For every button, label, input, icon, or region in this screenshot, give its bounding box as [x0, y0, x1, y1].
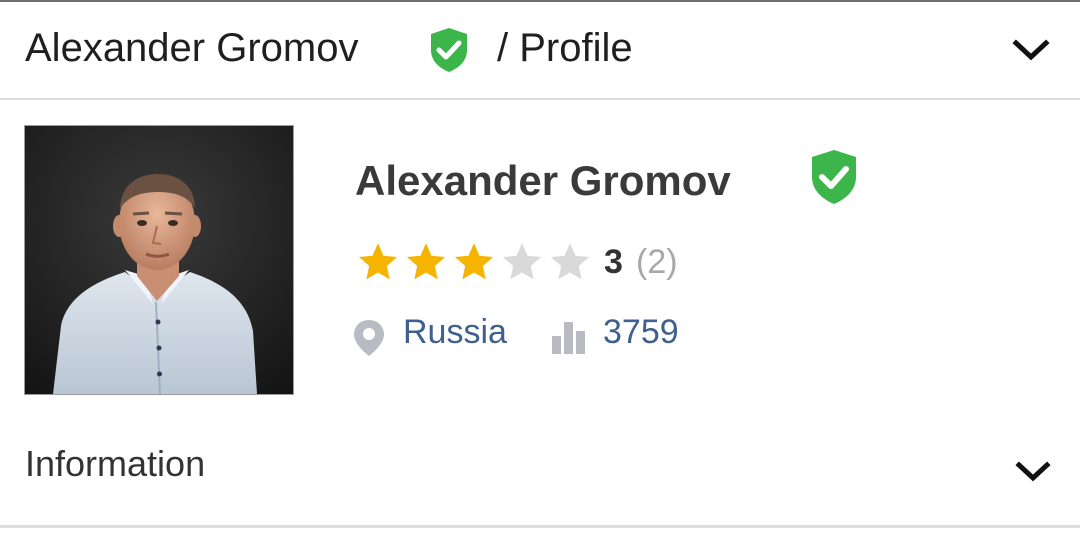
chevron-down-icon[interactable] [1015, 460, 1051, 484]
verified-shield-icon [812, 150, 856, 204]
information-section-title[interactable]: Information [25, 441, 205, 487]
bar-chart-icon [552, 322, 585, 354]
rating-count[interactable]: (2) [636, 240, 678, 284]
location-pin-icon [354, 320, 384, 356]
profile-header[interactable]: Alexander Gromov / Profile [0, 2, 1080, 100]
star-filled-icon [358, 243, 398, 280]
divider [0, 525, 1080, 528]
breadcrumb-profile: / Profile [497, 26, 633, 70]
header-title: Alexander Gromov [25, 26, 359, 70]
star-filled-icon [454, 243, 494, 280]
star-filled-icon [406, 243, 446, 280]
location-link[interactable]: Russia [403, 310, 507, 354]
verified-shield-icon [431, 28, 467, 72]
star-empty-icon [502, 243, 542, 280]
rating-stars [356, 240, 592, 286]
rating-value: 3 [604, 243, 623, 281]
chevron-down-icon[interactable] [1012, 38, 1050, 64]
stats-value-link[interactable]: 3759 [603, 310, 679, 354]
profile-photo [25, 126, 293, 394]
star-empty-icon [550, 243, 590, 280]
avatar [24, 125, 294, 395]
profile-name: Alexander Gromov [355, 157, 731, 204]
